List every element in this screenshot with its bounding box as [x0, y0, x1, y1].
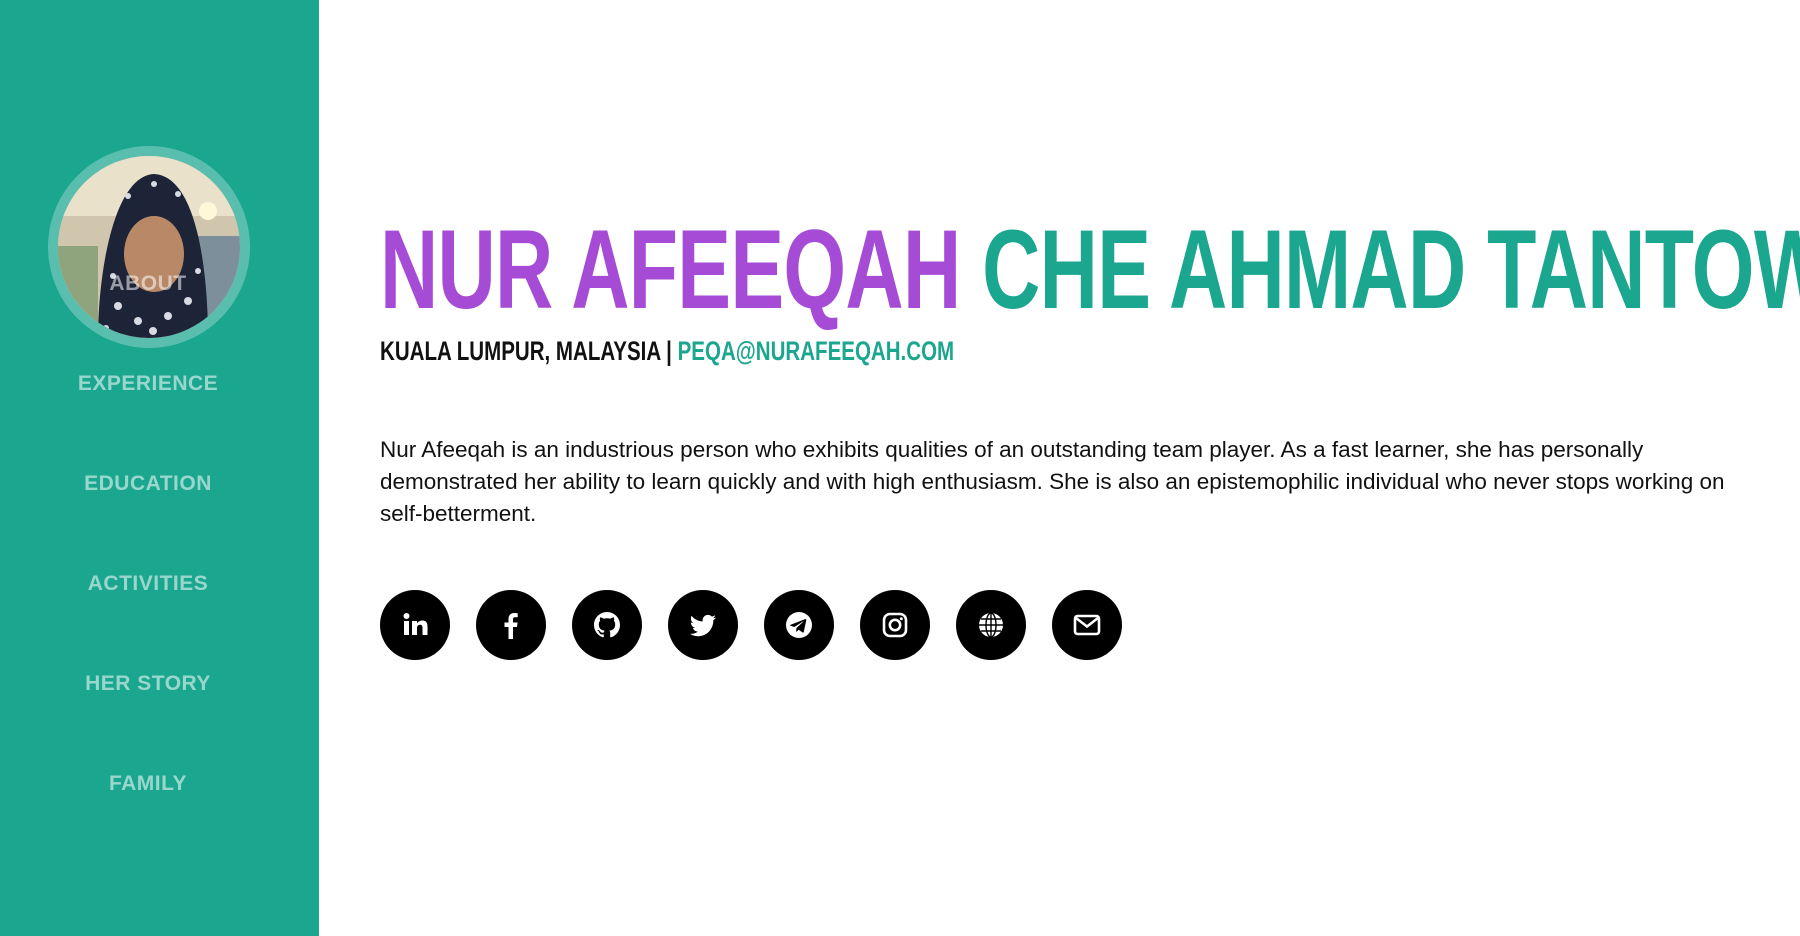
twitter-button[interactable] [668, 590, 738, 660]
main-content: NUR AFEEQAH CHE AHMAD TANTOWI KUALA LUMP… [380, 0, 1800, 936]
location: KUALA LUMPUR, MALAYSIA [380, 336, 661, 366]
last-name: CHE AHMAD TANTOWI [982, 207, 1800, 332]
nav-her-story[interactable]: Her Story [0, 672, 296, 696]
linkedin-button[interactable] [380, 590, 450, 660]
twitter-icon [689, 614, 716, 637]
facebook-icon [504, 613, 518, 639]
separator: | [666, 336, 672, 366]
instagram-icon [882, 612, 908, 638]
email-link[interactable]: PEQA@NURAFEEQAH.COM [678, 336, 955, 366]
avatar [58, 156, 240, 338]
bio-paragraph: Nur Afeeqah is an industrious person who… [380, 437, 1725, 526]
telegram-button[interactable] [764, 590, 834, 660]
contact-line: KUALA LUMPUR, MALAYSIA | PEQA@NURAFEEQAH… [380, 336, 954, 367]
page-title: NUR AFEEQAH CHE AHMAD TANTOWI [380, 214, 1800, 326]
social-links [380, 590, 1122, 660]
avatar-ring [48, 146, 250, 348]
envelope-icon [1073, 614, 1101, 636]
telegram-icon [786, 612, 812, 638]
linkedin-icon [403, 613, 428, 635]
github-icon [594, 612, 620, 638]
nav-experience[interactable]: Experience [0, 372, 296, 396]
globe-icon [979, 612, 1003, 638]
nav-education[interactable]: Education [0, 472, 296, 496]
instagram-button[interactable] [860, 590, 930, 660]
facebook-button[interactable] [476, 590, 546, 660]
first-name: NUR AFEEQAH [380, 207, 961, 332]
nav-family[interactable]: Family [0, 772, 296, 796]
website-button[interactable] [956, 590, 1026, 660]
email-button[interactable] [1052, 590, 1122, 660]
github-button[interactable] [572, 590, 642, 660]
sidebar-nav: About Experience Education Activities He… [0, 0, 319, 936]
nav-about[interactable]: About [0, 272, 296, 296]
nav-activities[interactable]: Activities [0, 572, 296, 596]
